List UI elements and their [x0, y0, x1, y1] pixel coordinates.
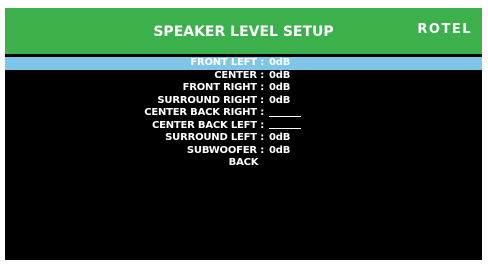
back-label: BACK	[228, 157, 259, 168]
menu-item-label: SURROUND RIGHT :	[157, 94, 264, 106]
menu-item-value: 0dB	[269, 132, 291, 143]
menu-item-label: SUBWOOFER :	[186, 144, 264, 156]
menu-item-surround-left[interactable]: SURROUND LEFT : 0dB	[5, 132, 482, 145]
menu-item-value-blank	[269, 115, 301, 117]
menu-item-label: FRONT LEFT :	[190, 57, 264, 68]
speaker-level-menu: FRONT LEFT : 0dB CENTER : 0dB FRONT RIGH…	[5, 57, 482, 170]
menu-item-label: SURROUND LEFT :	[165, 132, 264, 143]
menu-item-label: CENTER :	[214, 69, 264, 81]
menu-item-value: 0dB	[269, 57, 291, 68]
menu-item-front-left[interactable]: FRONT LEFT : 0dB	[5, 57, 482, 70]
menu-item-center[interactable]: CENTER : 0dB	[5, 70, 482, 83]
menu-item-surround-right[interactable]: SURROUND RIGHT : 0dB	[5, 95, 482, 108]
menu-item-center-back-right[interactable]: CENTER BACK RIGHT :	[5, 107, 482, 120]
menu-item-value: 0dB	[269, 94, 291, 106]
menu-item-value: 0dB	[269, 144, 291, 156]
menu-item-value: 0dB	[269, 82, 291, 93]
page-title: SPEAKER LEVEL SETUP	[153, 24, 334, 40]
menu-item-label: FRONT RIGHT :	[182, 82, 265, 93]
menu-item-label: CENTER BACK LEFT :	[151, 119, 264, 131]
rotel-logo: ROTEL	[417, 22, 472, 37]
menu-item-front-right[interactable]: FRONT RIGHT : 0dB	[5, 82, 482, 95]
menu-item-label: CENTER BACK RIGHT :	[144, 107, 264, 118]
menu-item-center-back-left[interactable]: CENTER BACK LEFT :	[5, 120, 482, 133]
osd-screen: SPEAKER LEVEL SETUP ROTEL FRONT LEFT : 0…	[5, 8, 482, 260]
header-bar: SPEAKER LEVEL SETUP ROTEL	[5, 8, 482, 54]
menu-item-value-blank	[269, 128, 301, 129]
back-button[interactable]: BACK	[5, 157, 482, 170]
menu-item-value: 0dB	[269, 69, 291, 81]
menu-item-subwoofer[interactable]: SUBWOOFER : 0dB	[5, 145, 482, 158]
